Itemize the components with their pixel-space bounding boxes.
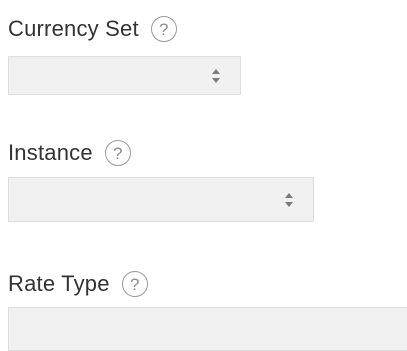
question-mark-glyph: ?	[159, 19, 169, 39]
rate-type-label-row: Rate Type ?	[8, 267, 148, 301]
rate-type-input[interactable]	[8, 307, 407, 351]
currency-set-label-row: Currency Set ?	[8, 12, 177, 46]
instance-select[interactable]	[8, 177, 314, 222]
help-circle-icon[interactable]: ?	[104, 140, 131, 166]
select-arrows-icon	[212, 68, 220, 83]
currency-set-field: Currency Set ?	[8, 12, 177, 46]
instance-label: Instance	[8, 140, 93, 165]
help-circle-icon[interactable]: ?	[150, 16, 177, 42]
select-arrows-icon	[285, 192, 293, 207]
rate-type-field: Rate Type ?	[8, 267, 148, 301]
question-mark-glyph: ?	[129, 274, 140, 294]
question-mark-glyph: ?	[113, 143, 123, 163]
currency-set-select[interactable]	[8, 56, 241, 95]
instance-label-row: Instance ?	[8, 136, 131, 170]
rate-type-label: Rate Type	[8, 271, 110, 296]
currency-set-label: Currency Set	[8, 16, 139, 41]
instance-field: Instance ?	[8, 136, 131, 170]
help-circle-icon[interactable]: ?	[121, 271, 148, 297]
